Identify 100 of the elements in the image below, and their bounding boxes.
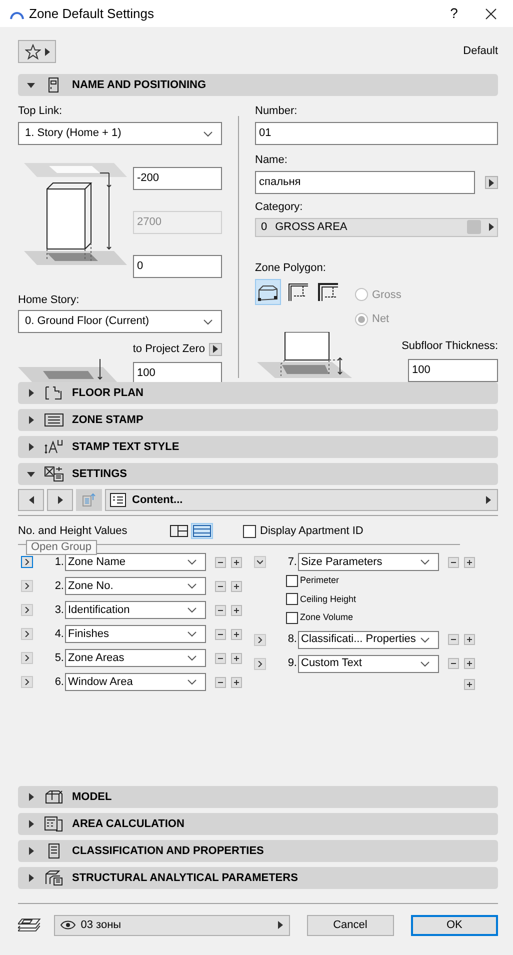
add-button[interactable] bbox=[231, 652, 242, 664]
help-button[interactable]: ? bbox=[439, 3, 469, 24]
dropdown[interactable]: 0. Ground Floor (Current) bbox=[18, 310, 222, 333]
content-dropdown[interactable]: Content... bbox=[105, 489, 498, 511]
preset-name: Default bbox=[463, 44, 498, 60]
add-button[interactable] bbox=[231, 628, 242, 640]
checkbox[interactable]: Zone Volume bbox=[286, 611, 475, 624]
remove-button[interactable] bbox=[215, 628, 226, 640]
input-field[interactable]: 01 bbox=[255, 122, 498, 145]
triangle-right-icon bbox=[213, 345, 218, 354]
section-header[interactable]: MODEL bbox=[18, 786, 498, 808]
remove-button[interactable] bbox=[215, 556, 226, 568]
expand-button[interactable] bbox=[21, 628, 33, 640]
remove-button[interactable] bbox=[215, 676, 226, 688]
dropdown[interactable]: Size Parameters bbox=[298, 553, 439, 571]
layout-option-button[interactable] bbox=[168, 523, 190, 539]
dropdown[interactable]: Classificati... Properties bbox=[298, 630, 439, 648]
remove-button[interactable] bbox=[215, 652, 226, 664]
chevron-right-icon bbox=[24, 607, 30, 613]
expand-button[interactable] bbox=[254, 556, 266, 568]
dropdown[interactable]: Custom Text bbox=[298, 654, 439, 672]
more-button[interactable] bbox=[209, 342, 222, 356]
next-button[interactable] bbox=[47, 489, 73, 511]
input-field[interactable]: 100 bbox=[408, 358, 498, 382]
section-header[interactable]: NAME AND POSITIONING bbox=[18, 74, 498, 96]
section-header[interactable]: ZONE STAMP bbox=[18, 409, 498, 431]
input-field[interactable]: -200 bbox=[133, 167, 222, 190]
polygon-method-button[interactable] bbox=[255, 278, 281, 304]
input-field[interactable]: 0 bbox=[133, 255, 222, 278]
layer-dropdown[interactable]: 03 зоны bbox=[54, 914, 290, 936]
section-header[interactable]: STRUCTURAL ANALYTICAL PARAMETERS bbox=[18, 867, 498, 889]
expand-button[interactable] bbox=[21, 604, 33, 616]
add-button[interactable] bbox=[464, 678, 475, 690]
remove-button[interactable] bbox=[448, 634, 459, 645]
section-icon bbox=[44, 466, 64, 482]
add-button[interactable] bbox=[231, 556, 242, 568]
remove-button[interactable] bbox=[215, 580, 226, 592]
input-field[interactable]: 100 bbox=[133, 362, 222, 384]
remove-button[interactable] bbox=[448, 658, 459, 669]
category-dropdown[interactable]: 0 GROSS AREA bbox=[255, 218, 498, 236]
list-icon bbox=[110, 493, 126, 507]
section-header[interactable]: SETTINGS bbox=[18, 463, 498, 485]
dropdown[interactable]: Window Area bbox=[65, 673, 206, 691]
dropdown[interactable]: Identification bbox=[65, 601, 206, 619]
field-label: to Project Zero bbox=[132, 342, 205, 357]
dialog-button[interactable]: Cancel bbox=[306, 914, 394, 936]
chevron-right-icon bbox=[257, 660, 263, 666]
expand-button[interactable] bbox=[21, 652, 33, 664]
triangle-right-icon bbox=[28, 874, 34, 882]
chevron-down-icon bbox=[187, 583, 197, 589]
remove-button[interactable] bbox=[448, 556, 459, 568]
section-header[interactable]: CLASSIFICATION AND PROPERTIES bbox=[18, 840, 498, 862]
section-icon bbox=[44, 385, 64, 401]
add-button[interactable] bbox=[231, 676, 242, 688]
checkbox[interactable]: Perimeter bbox=[286, 574, 475, 588]
layout-label: No. and Height Values bbox=[18, 524, 128, 539]
triangle-down-icon bbox=[27, 82, 35, 88]
add-button[interactable] bbox=[464, 658, 475, 669]
minus-icon bbox=[450, 660, 457, 667]
more-button[interactable] bbox=[485, 176, 498, 189]
section-icon bbox=[44, 870, 64, 886]
section-icon bbox=[44, 816, 64, 832]
dropdown[interactable]: 1. Story (Home + 1) bbox=[18, 122, 222, 145]
dropdown[interactable]: Zone No. bbox=[65, 577, 206, 595]
row-number: 6. bbox=[54, 674, 65, 690]
chevron-down-icon bbox=[203, 130, 213, 136]
add-button[interactable] bbox=[231, 604, 242, 616]
section-header[interactable]: STAMP TEXT STYLE bbox=[18, 436, 498, 458]
chevron-right-icon bbox=[257, 636, 263, 642]
plus-icon bbox=[466, 558, 473, 566]
expand-button[interactable] bbox=[254, 634, 266, 646]
triangle-right-icon bbox=[28, 443, 34, 451]
expand-button[interactable] bbox=[21, 580, 33, 592]
input-field[interactable]: спальня bbox=[255, 171, 475, 194]
add-button[interactable] bbox=[464, 556, 475, 568]
triangle-right-icon bbox=[44, 48, 50, 56]
triangle-right-icon bbox=[28, 389, 34, 397]
dropdown[interactable]: Zone Name bbox=[65, 553, 206, 571]
field-label: Home Story: bbox=[18, 293, 80, 307]
expand-button[interactable] bbox=[21, 676, 33, 688]
dropdown[interactable]: Finishes bbox=[65, 625, 206, 643]
previous-button[interactable] bbox=[18, 489, 44, 511]
triangle-right-icon bbox=[28, 847, 34, 855]
chevron-right-icon bbox=[24, 655, 30, 661]
row-number: 8. bbox=[286, 632, 298, 648]
window-title: Zone Default Settings bbox=[29, 4, 156, 23]
field-label: Subfloor Thickness: bbox=[402, 339, 498, 354]
expand-button[interactable] bbox=[254, 658, 266, 670]
section-header[interactable]: AREA CALCULATION bbox=[18, 813, 498, 835]
dialog-button[interactable]: OK bbox=[410, 914, 498, 936]
checkbox[interactable]: Ceiling Height bbox=[286, 592, 475, 606]
favorites-button[interactable] bbox=[18, 40, 56, 63]
add-button[interactable] bbox=[231, 580, 242, 592]
add-button[interactable] bbox=[464, 634, 475, 645]
section-header[interactable]: FLOOR PLAN bbox=[18, 382, 498, 404]
expand-button[interactable] bbox=[21, 556, 33, 568]
dropdown[interactable]: Zone Areas bbox=[65, 649, 206, 667]
chevron-down-icon bbox=[187, 559, 197, 565]
remove-button[interactable] bbox=[215, 604, 226, 616]
checkbox[interactable]: Display Apartment ID bbox=[243, 522, 364, 540]
